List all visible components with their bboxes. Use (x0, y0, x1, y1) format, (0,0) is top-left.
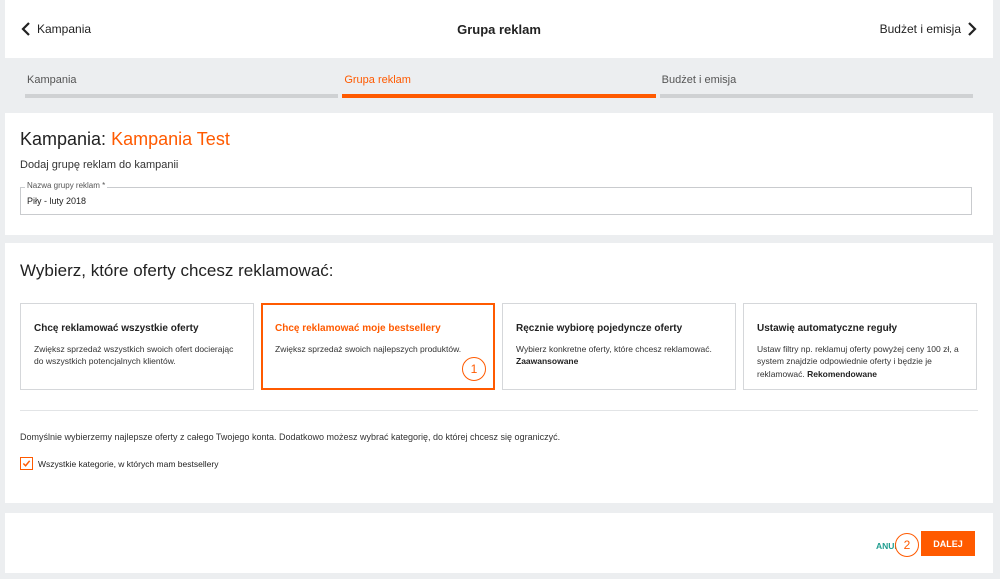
offer-options: Chcę reklamować wszystkie oferty Zwiększ… (20, 303, 978, 390)
chevron-left-icon (21, 22, 30, 36)
top-bar: Kampania Grupa reklam Budżet i emisja (5, 0, 993, 58)
option-bestsellers[interactable]: Chcę reklamować moje bestsellery Zwiększ… (261, 303, 495, 390)
campaign-name: Kampania Test (111, 129, 230, 149)
option-all-offers[interactable]: Chcę reklamować wszystkie oferty Zwiększ… (20, 303, 254, 390)
campaign-title-prefix: Kampania: (20, 129, 107, 149)
step-label: Kampania (27, 74, 77, 86)
ad-group-name-label: Nazwa grupy reklam * (25, 181, 108, 190)
cancel-button[interactable]: ANULUJ (876, 541, 896, 551)
campaign-subtitle: Dodaj grupę reklam do kampanii (20, 159, 179, 171)
stepper: Kampania Grupa reklam Budżet i emisja (25, 72, 973, 98)
ad-group-name-field[interactable]: Nazwa grupy reklam * (20, 181, 972, 215)
checkmark-icon (22, 460, 31, 467)
step-marker-2: 2 (895, 533, 919, 557)
step-marker-1: 1 (462, 357, 486, 381)
option-title: Chcę reklamować moje bestsellery (275, 323, 441, 334)
chevron-right-icon (968, 22, 977, 36)
step-label: Budżet i emisja (661, 74, 737, 86)
next-button[interactable]: DALEJ (921, 531, 975, 556)
all-categories-label: Wszystkie kategorie, w których mam bests… (38, 458, 219, 469)
step-label: Grupa reklam (344, 74, 411, 86)
next-link-label: Budżet i emisja (879, 22, 961, 36)
option-manual-selection[interactable]: Ręcznie wybiorę pojedyncze oferty Wybier… (502, 303, 736, 390)
campaign-card: Kampania: Kampania Test Dodaj grupę rekl… (5, 113, 993, 235)
page-title: Grupa reklam (457, 21, 541, 37)
step-bar (659, 94, 973, 98)
all-categories-checkbox-row[interactable]: Wszystkie kategorie, w których mam bests… (20, 457, 978, 470)
option-description: Ustaw filtry np. reklamuj oferty powyżej… (757, 344, 959, 379)
offers-heading: Wybierz, które oferty chcesz reklamować: (20, 261, 334, 280)
back-link[interactable]: Kampania (20, 22, 91, 36)
step-bar (25, 94, 339, 98)
step-budzet-i-emisja[interactable]: Budżet i emisja (659, 72, 973, 98)
step-bar (342, 94, 656, 98)
option-description: Wybierz konkretne oferty, które chcesz r… (516, 344, 712, 367)
option-title: Ręcznie wybiorę pojedyncze oferty (516, 323, 683, 334)
option-automatic-rules[interactable]: Ustawię automatyczne reguły Ustaw filtry… (743, 303, 977, 390)
offers-card: Wybierz, które oferty chcesz reklamować:… (5, 243, 993, 503)
option-tag: Zaawansowane (516, 356, 579, 367)
all-categories-checkbox[interactable] (20, 457, 33, 470)
option-description: Zwiększ sprzedaż swoich najlepszych prod… (275, 344, 462, 354)
ad-group-name-input[interactable] (27, 196, 927, 206)
step-kampania[interactable]: Kampania (25, 72, 339, 98)
option-description: Zwiększ sprzedaż wszystkich swoich ofert… (34, 344, 234, 367)
option-title: Ustawię automatyczne reguły (757, 323, 898, 334)
divider (20, 410, 978, 411)
option-tag: Rekomendowane (807, 368, 877, 379)
next-link[interactable]: Budżet i emisja (880, 22, 978, 36)
step-grupa-reklam[interactable]: Grupa reklam (342, 72, 656, 98)
campaign-heading: Kampania: Kampania Test (20, 129, 978, 150)
footer-card: ANULUJ 2 DALEJ (5, 513, 993, 573)
option-title: Chcę reklamować wszystkie oferty (34, 323, 199, 334)
back-link-label: Kampania (37, 22, 92, 36)
category-hint: Domyślnie wybierzemy najlepsze oferty z … (20, 432, 561, 442)
